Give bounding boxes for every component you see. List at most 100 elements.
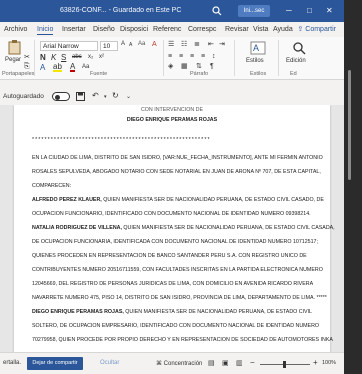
grow-font-icon[interactable]: A [121, 40, 125, 49]
doc-line: DIEGO ENRIQUE PERAMAS ROJAS, QUIEN MANIF… [32, 309, 313, 315]
clipboard-icon [8, 40, 21, 55]
tab-insertar[interactable]: Insertar [62, 26, 86, 33]
text-effects-icon[interactable]: A [40, 63, 45, 72]
strikethrough-icon[interactable]: abc [72, 53, 82, 62]
line-spacing-icon[interactable]: ↕ [212, 52, 216, 61]
quick-access-toolbar: Autoguardado ↶ ▾ ↻ ⌄ [0, 89, 344, 105]
autosave-label: Autoguardado [3, 93, 44, 100]
numbering-icon[interactable]: ☷ [181, 40, 187, 49]
tab-diseno[interactable]: Diseño [93, 26, 115, 33]
customize-qat-icon[interactable]: ⌄ [126, 93, 131, 100]
close-button[interactable]: ✕ [326, 5, 333, 17]
user-account-chip[interactable]: Ini...sec [238, 5, 270, 17]
minimize-button[interactable]: ─ [286, 5, 292, 17]
doc-line: QUIENES PROCEDEN EN REPRESENTACION DE BA… [32, 253, 307, 259]
undo-icon[interactable]: ↶ [92, 91, 99, 100]
group-styles: Estilos [250, 71, 267, 77]
tab-ayuda[interactable]: Ayuda [273, 26, 293, 33]
group-clipboard: Portapapeles [2, 71, 35, 77]
word-window: 63826-CONF... - Guardado en Este PC Ini.… [0, 0, 344, 374]
font-size-select[interactable]: 10 [100, 41, 118, 51]
clear-format-icon[interactable]: A [152, 40, 157, 49]
sort-icon[interactable]: ⇅ [196, 62, 202, 71]
font-color-icon[interactable]: A [70, 63, 76, 72]
focus-mode-button[interactable]: ⌘ Concentración [156, 360, 202, 367]
multilevel-list-icon[interactable]: ≣ [194, 40, 200, 49]
tab-correspondencia[interactable]: Correspc [188, 26, 216, 33]
ribbon-tabs: Archivo Inicio Insertar Diseño Disposici… [0, 22, 344, 37]
increase-indent-icon[interactable]: ⇥ [219, 40, 225, 49]
focus-label: Concentración [163, 361, 203, 367]
change-case-icon[interactable]: Aa [138, 40, 145, 49]
zoom-out-icon[interactable]: − [250, 358, 255, 367]
doc-line: EN LA CIUDAD DE LIMA, DISTRITO DE SAN IS… [32, 155, 323, 161]
underline-icon[interactable]: S [61, 53, 66, 62]
tab-vista[interactable]: Vista [253, 26, 268, 33]
undo-dropdown-icon[interactable]: ▾ [104, 94, 107, 100]
tab-revisar[interactable]: Revisar [225, 26, 249, 33]
hide-button[interactable]: Ocultar [100, 360, 119, 366]
zoom-slider-handle[interactable] [283, 361, 286, 368]
tab-archivo[interactable]: Archivo [4, 26, 27, 33]
bold-icon[interactable]: N [40, 53, 46, 62]
show-marks-icon[interactable]: ¶ [210, 62, 214, 71]
tab-inicio[interactable]: Inicio [37, 26, 54, 35]
zoom-level[interactable]: 100% [322, 360, 336, 366]
adjacent-window-edge [344, 0, 362, 374]
doc-line: CONTRIBUYENTES NUMERO 20516711559, CON F… [32, 267, 323, 273]
cut-icon[interactable]: ✂ [24, 53, 30, 62]
stop-sharing-button[interactable]: Dejar de compartir [27, 357, 83, 370]
share-icon: ⇪ [297, 26, 304, 33]
save-icon[interactable] [76, 92, 85, 101]
doc-line: NATALIA RODRIGUEZ DE VILLENA, QUIEN MANI… [32, 225, 335, 231]
superscript-icon[interactable]: x² [99, 53, 104, 62]
shrink-font-icon[interactable]: A [129, 41, 132, 50]
align-center-icon[interactable]: ≡ [179, 52, 183, 61]
tab-disposicion[interactable]: Disposici [120, 26, 148, 33]
subscript-icon[interactable]: x₂ [88, 53, 93, 62]
redo-icon[interactable]: ↻ [112, 91, 119, 100]
styles-icon: A [250, 41, 266, 55]
group-editing: Ed [290, 71, 297, 77]
group-font: Fuente [90, 71, 108, 77]
editing-label: Edición [286, 58, 306, 64]
find-icon [293, 42, 306, 55]
zoom-in-icon[interactable]: + [313, 358, 318, 367]
font-size-up-down-icon[interactable]: Aa [82, 63, 89, 72]
adjacent-window-scrollbar [348, 70, 351, 180]
font-name-select[interactable]: Arial Narrow [40, 41, 98, 51]
justify-icon[interactable]: ≡ [201, 52, 205, 61]
shading-icon[interactable]: ◈ [168, 62, 173, 71]
doc-line: 12045669, DEL REGISTRO DE PERSONAS JURID… [32, 281, 314, 287]
maximize-button[interactable]: □ [307, 5, 312, 17]
align-right-icon[interactable]: ≡ [190, 52, 194, 61]
window-title: 63826-CONF... - Guardado en Este PC [60, 7, 182, 14]
doc-line: ALFREDO PEREZ KLAUER, QUIEN MANIFIESTA S… [32, 197, 324, 203]
doc-line: COMPARECEN: [32, 183, 72, 189]
italic-icon[interactable]: K [51, 53, 56, 62]
autosave-toggle[interactable] [52, 92, 70, 101]
paste-label: Pegar [5, 57, 22, 63]
styles-button[interactable]: A Estilos [246, 40, 270, 70]
highlight-icon[interactable]: ab [53, 63, 62, 72]
document-page[interactable]: CON INTERVENCION DE DIEGO ENRIQUE PERAMA… [14, 105, 335, 352]
tab-referencias[interactable]: Referenc [153, 26, 181, 33]
svg-text:A: A [253, 43, 259, 53]
web-layout-icon[interactable]: ▥ [236, 359, 243, 367]
doc-line: NAVARRETE NUMERO 475, PISO 14, DISTRITO … [32, 295, 327, 301]
search-icon[interactable] [212, 6, 222, 16]
doc-name: DIEGO ENRIQUE PERAMAS ROJAS [126, 117, 218, 123]
bullets-icon[interactable]: ☰ [168, 40, 174, 49]
copy-icon[interactable]: ⎘ [24, 62, 30, 71]
decrease-indent-icon[interactable]: ⇤ [208, 40, 214, 49]
doc-dots-line: * * * * * * * * * * * * * * * * * * * * … [32, 137, 210, 143]
doc-header: CON INTERVENCION DE [140, 107, 203, 113]
print-layout-icon[interactable]: ▣ [222, 359, 229, 367]
document-area: CON INTERVENCION DE DIEGO ENRIQUE PERAMA… [0, 105, 344, 352]
borders-icon[interactable]: ▦ [181, 62, 188, 71]
align-left-icon[interactable]: ≡ [168, 52, 172, 61]
share-button[interactable]: ⇪ Compartir [297, 25, 336, 33]
paste-button[interactable]: Pegar [4, 39, 26, 69]
editing-button[interactable]: Edición [286, 40, 312, 70]
read-mode-icon[interactable]: ▤ [208, 359, 215, 367]
